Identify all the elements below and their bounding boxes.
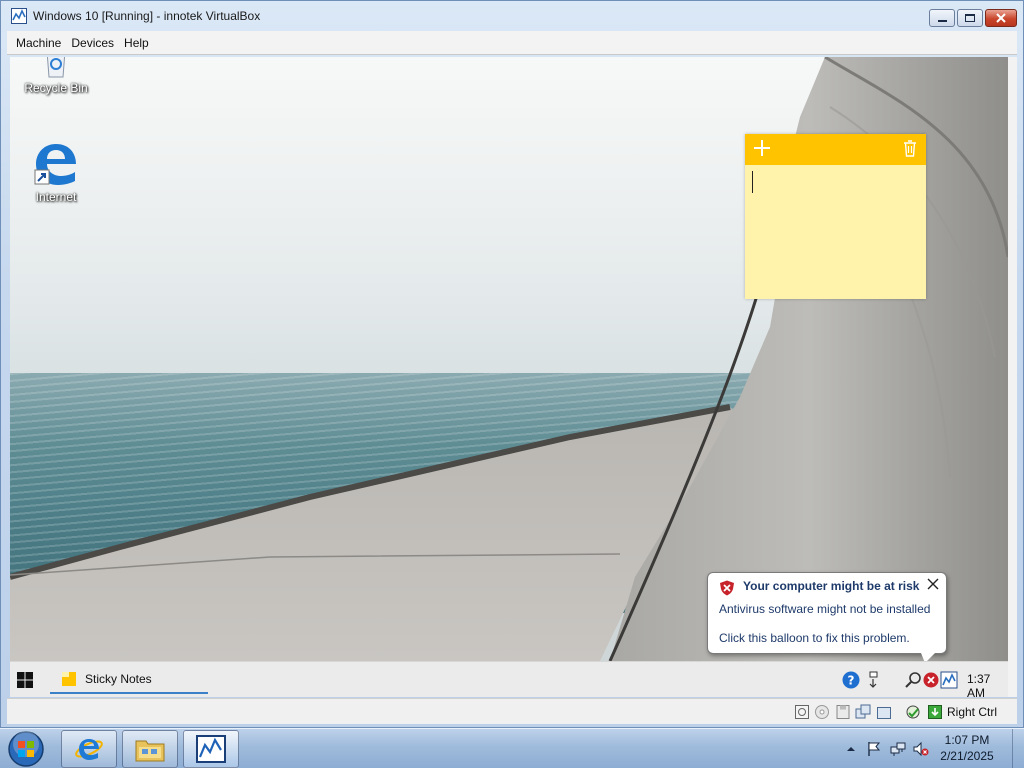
security-shield-icon <box>720 580 734 596</box>
vbox-right-edge <box>1008 57 1017 697</box>
restore-icon <box>965 14 975 22</box>
file-explorer-icon <box>135 740 165 762</box>
restore-button[interactable] <box>957 9 983 27</box>
menu-devices[interactable]: Devices <box>66 31 119 55</box>
help-icon[interactable]: ? <box>842 671 860 689</box>
network-tray-icon[interactable] <box>890 741 906 757</box>
search-magnifier-icon[interactable] <box>904 671 922 689</box>
sticky-note-header[interactable] <box>745 134 926 165</box>
menu-help[interactable]: Help <box>119 31 154 55</box>
show-hidden-icons-icon[interactable] <box>843 741 859 757</box>
close-button[interactable] <box>985 9 1017 27</box>
guest-taskbar: Sticky Notes ? 1:37 AM <box>10 661 1008 697</box>
title-bar[interactable]: Windows 10 [Running] - innotek VirtualBo… <box>1 1 1023 31</box>
internet-explorer-icon <box>75 739 103 760</box>
virtualbox-window: Windows 10 [Running] - innotek VirtualBo… <box>0 0 1024 728</box>
sticky-note-text-area[interactable] <box>745 165 926 299</box>
windows7-start-orb-icon[interactable] <box>6 730 46 768</box>
network-activity-icon[interactable] <box>864 671 882 689</box>
host-taskbar-ie-button[interactable] <box>61 730 117 768</box>
balloon-title: Your computer might be at risk <box>743 579 920 593</box>
balloon-fix-message: Click this balloon to fix this problem. <box>719 631 910 645</box>
close-icon <box>996 13 1006 23</box>
svg-text:?: ? <box>848 674 855 688</box>
minimize-icon <box>937 20 947 22</box>
desktop-icon-recycle-bin[interactable]: Recycle Bin <box>16 57 96 95</box>
delete-note-icon[interactable] <box>903 140 917 157</box>
host-taskbar: 1:07 PM 2/21/2025 <box>0 728 1024 768</box>
host-taskbar-virtualbox-button[interactable] <box>183 730 239 768</box>
desktop-wallpaper: Recycle Bin Internet <box>10 57 1008 661</box>
host-key-label: Right Ctrl <box>947 705 998 719</box>
host-clock[interactable]: 1:07 PM 2/21/2025 <box>934 732 1000 764</box>
balloon-close-icon[interactable] <box>926 577 940 591</box>
virtualbox-guest-tray-icon[interactable] <box>940 671 958 689</box>
guest-screen[interactable]: Recycle Bin Internet Your computer might… <box>10 57 1008 697</box>
host-taskbar-explorer-button[interactable] <box>122 730 178 768</box>
volume-muted-icon[interactable] <box>913 741 929 757</box>
security-balloon[interactable]: Your computer might be at risk Antivirus… <box>707 572 947 654</box>
internet-label: Internet <box>35 190 77 204</box>
security-warning-tray-icon[interactable] <box>922 671 940 689</box>
sticky-notes-icon <box>62 672 76 686</box>
balloon-message: Antivirus software might not be installe… <box>719 602 931 616</box>
host-clock-date: 2/21/2025 <box>940 749 994 763</box>
minimize-button[interactable] <box>929 9 955 27</box>
virtualbox-app-icon <box>11 8 27 24</box>
show-desktop-button[interactable] <box>1012 729 1024 768</box>
recycle-bin-icon <box>46 57 66 78</box>
virtualbox-vm-icon <box>196 735 226 763</box>
mouse-integration-icon[interactable] <box>905 704 921 720</box>
host-clock-time: 1:07 PM <box>944 733 990 747</box>
window-title: Windows 10 [Running] - innotek VirtualBo… <box>33 9 261 23</box>
shared-folder-icon[interactable] <box>876 704 892 720</box>
network-adapter-icon[interactable] <box>855 704 871 720</box>
recycle-bin-label: Recycle Bin <box>24 81 88 95</box>
sticky-note-window[interactable] <box>745 134 926 299</box>
text-caret <box>752 171 753 193</box>
desktop-icon-internet[interactable]: Internet <box>16 140 96 204</box>
floppy-drive-icon[interactable] <box>835 704 851 720</box>
hard-disk-icon[interactable] <box>794 704 810 720</box>
windows-start-icon[interactable] <box>16 671 34 689</box>
taskbar-sticky-notes-button[interactable]: Sticky Notes <box>50 664 208 694</box>
taskbar-sticky-notes-label: Sticky Notes <box>85 672 152 686</box>
add-note-icon[interactable] <box>753 139 771 157</box>
menu-bar: Machine Devices Help <box>7 31 1017 55</box>
vbox-status-bar: Right Ctrl <box>7 698 1017 724</box>
guest-clock[interactable]: 1:37 AM <box>967 672 1008 697</box>
menu-machine[interactable]: Machine <box>7 31 66 55</box>
optical-drive-icon[interactable] <box>814 704 830 720</box>
host-key-icon[interactable] <box>927 704 943 720</box>
action-center-flag-icon[interactable] <box>866 741 882 757</box>
edge-browser-icon <box>34 144 76 185</box>
